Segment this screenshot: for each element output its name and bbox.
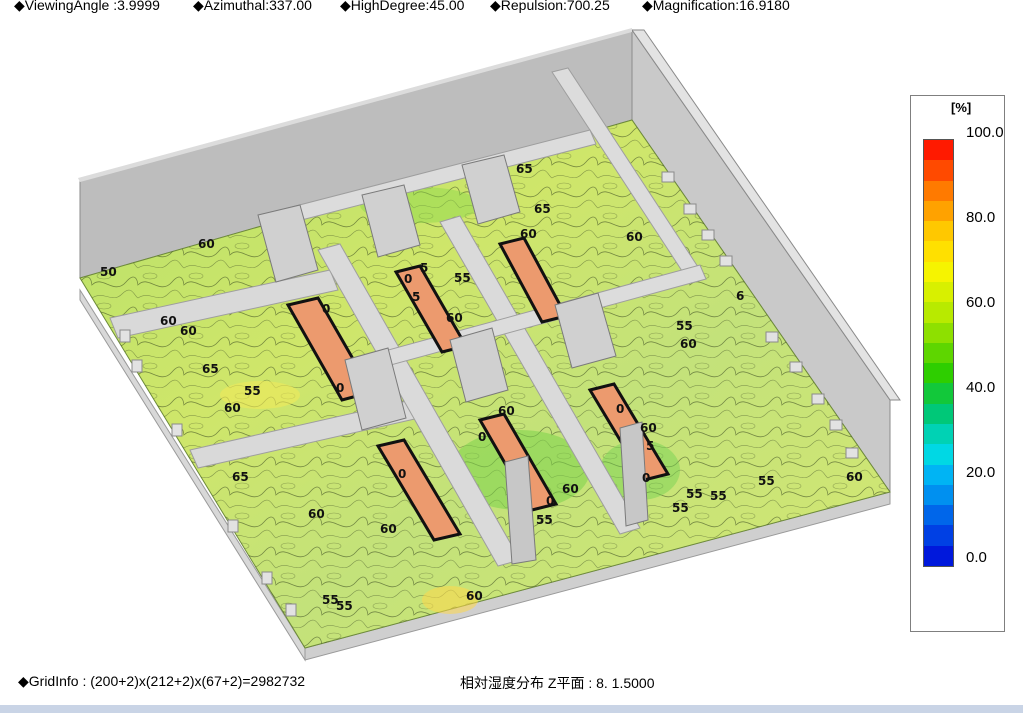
legend-swatch: [924, 342, 953, 364]
high-degree-readout: ◆HighDegree:45.00: [340, 0, 465, 13]
contour-label: 55: [676, 319, 693, 333]
color-scale-legend: [%] 100.0 80.0 60.0 40.0 20.0 0.0: [910, 95, 1005, 632]
contour-label: 0: [322, 302, 330, 316]
azimuthal-readout: ◆Azimuthal:337.00: [193, 0, 312, 13]
legend-swatch: [924, 302, 953, 324]
legend-swatch: [924, 140, 953, 161]
contour-label: 60: [446, 311, 463, 325]
legend-swatch: [924, 363, 953, 384]
legend-swatch: [924, 545, 953, 567]
contour-label: 0: [478, 430, 486, 444]
contour-label: 60: [308, 507, 325, 521]
contour-label: 0: [336, 381, 344, 395]
contour-label: 55: [336, 599, 353, 613]
contour-label: 65: [232, 470, 249, 484]
contour-label: 0: [398, 467, 406, 481]
legend-swatch: [924, 444, 953, 466]
contour-label: 65: [202, 362, 219, 376]
legend-swatch: [924, 221, 953, 242]
contour-label: 5: [412, 290, 420, 304]
legend-tick: 40.0: [966, 379, 996, 396]
contour-label: 60: [846, 470, 863, 484]
contour-label: 65: [534, 202, 551, 216]
legend-swatch: [924, 505, 953, 526]
contour-label: 60: [680, 337, 697, 351]
viewing-angle-readout: ◆ViewingAngle :3.9999: [14, 0, 160, 13]
contour-label: 60: [160, 314, 177, 328]
legend-swatch: [924, 261, 953, 283]
contour-label: 65: [516, 162, 533, 176]
contour-label: 60: [380, 522, 397, 536]
contour-label: 60: [562, 482, 579, 496]
contour-label: 55: [758, 474, 775, 488]
contour-label: 60: [640, 421, 657, 435]
legend-swatch: [924, 322, 953, 344]
contour-label: 55: [686, 487, 703, 501]
legend-tick: 0.0: [966, 549, 987, 566]
contour-label: 5: [646, 439, 654, 453]
contour-label: 55: [454, 271, 471, 285]
contour-label: 6: [736, 289, 744, 303]
grid-info-text: ◆GridInfo : (200+2)x(212+2)x(67+2)=29827…: [18, 673, 306, 689]
contour-label: 60: [626, 230, 643, 244]
legend-unit-label: [%]: [951, 100, 972, 115]
legend-swatch: [924, 160, 953, 182]
contour-label: 60: [180, 324, 197, 338]
legend-swatch: [924, 200, 953, 222]
contour-label: 55: [244, 384, 261, 398]
legend-swatch: [924, 484, 953, 506]
contour-label: 50: [100, 265, 117, 279]
repulsion-readout: ◆Repulsion:700.25: [490, 0, 610, 13]
contour-label: 60: [520, 227, 537, 241]
legend-swatch: [924, 282, 953, 303]
contour-label: 55: [536, 513, 553, 527]
legend-tick: 60.0: [966, 294, 996, 311]
contour-label: 0: [404, 272, 412, 286]
legend-swatch: [924, 180, 953, 202]
legend-tick: 100.0: [966, 124, 1004, 141]
plane-info-text: 相対湿度分布 Z平面 : 8. 1.5000: [460, 675, 655, 691]
view-parameters-bar: ◆ViewingAngle :3.9999 ◆Azimuthal:337.00 …: [0, 0, 1023, 18]
legend-tick: 20.0: [966, 464, 996, 481]
window-bottom-edge: [0, 705, 1023, 713]
contour-label: 60: [224, 401, 241, 415]
legend-tick: 80.0: [966, 209, 996, 226]
contour-label: 60: [198, 237, 215, 251]
legend-swatch: [924, 403, 953, 425]
legend-swatch: [924, 383, 953, 405]
magnification-readout: ◆Magnification:16.9180: [642, 0, 790, 13]
cfd-viewer-window: ◆ViewingAngle :3.9999 ◆Azimuthal:337.00 …: [0, 0, 1023, 713]
contour-label: 0: [642, 471, 650, 485]
legend-swatch: [924, 424, 953, 445]
legend-color-bar: [923, 139, 954, 567]
contour-label: 55: [672, 501, 689, 515]
legend-swatch: [924, 241, 953, 263]
3d-viewport[interactable]: 50 60 60 65 55 60 65 60 60 55 65 60 0 5 …: [0, 18, 1023, 678]
contour-label: 0: [546, 494, 554, 508]
contour-label: 5: [420, 261, 428, 275]
humidity-distribution-render: 50 60 60 65 55 60 65 60 60 55 65 60 0 5 …: [78, 28, 901, 662]
legend-swatch: [924, 525, 953, 547]
legend-swatch: [924, 464, 953, 486]
contour-label: 55: [710, 489, 727, 503]
status-bar: ◆GridInfo : (200+2)x(212+2)x(67+2)=29827…: [0, 673, 1023, 713]
contour-label: 0: [616, 402, 624, 416]
contour-label: 60: [466, 589, 483, 603]
contour-label: 60: [498, 404, 515, 418]
